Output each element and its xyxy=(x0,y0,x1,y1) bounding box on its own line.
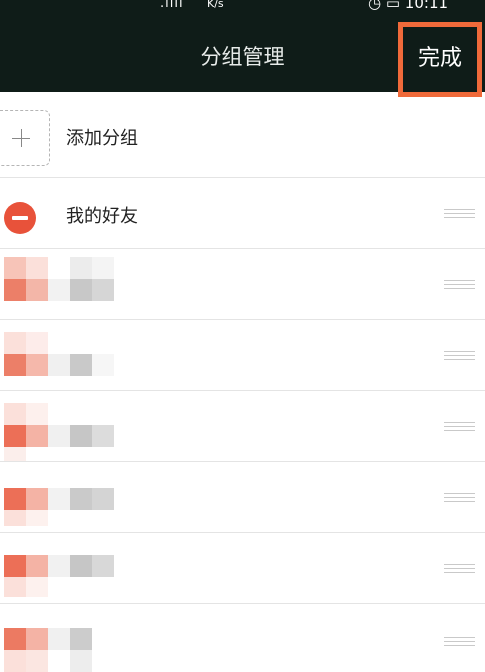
minus-circle-icon[interactable] xyxy=(4,202,36,234)
pixelated-group-name xyxy=(4,257,124,307)
pixelated-group-name xyxy=(4,612,124,672)
pixelated-group-name xyxy=(4,328,124,378)
drag-handle-icon[interactable] xyxy=(444,422,475,434)
drag-handle-icon[interactable] xyxy=(444,280,475,292)
list-item xyxy=(0,391,485,462)
list-item xyxy=(0,533,485,604)
list-item xyxy=(0,462,485,533)
drag-handle-icon[interactable] xyxy=(444,564,475,576)
pixelated-group-name xyxy=(4,399,124,461)
drag-handle-icon[interactable] xyxy=(444,209,475,221)
drag-handle-icon[interactable] xyxy=(444,637,475,649)
list-item: 我的好友 xyxy=(0,178,485,249)
signal-icon: .ııll xyxy=(160,0,184,11)
list-item xyxy=(0,249,485,320)
status-bar: .ııll K/s ◷ ▭ 10:11 xyxy=(0,0,485,22)
clock-text: 10:11 xyxy=(404,0,449,12)
list-item xyxy=(0,604,485,672)
pixelated-group-name xyxy=(4,470,124,526)
pixelated-group-name xyxy=(4,541,124,597)
done-button[interactable]: 完成 xyxy=(398,22,482,97)
list-item xyxy=(0,320,485,391)
plus-icon[interactable] xyxy=(0,110,50,166)
network-speed: K/s xyxy=(207,0,224,10)
add-group-row[interactable]: 添加分组 xyxy=(0,97,485,178)
drag-handle-icon[interactable] xyxy=(444,493,475,505)
drag-handle-icon[interactable] xyxy=(444,351,475,363)
group-name: 我的好友 xyxy=(66,206,138,227)
add-group-label: 添加分组 xyxy=(66,128,138,149)
clock: ◷ ▭ 10:11 xyxy=(368,0,448,12)
